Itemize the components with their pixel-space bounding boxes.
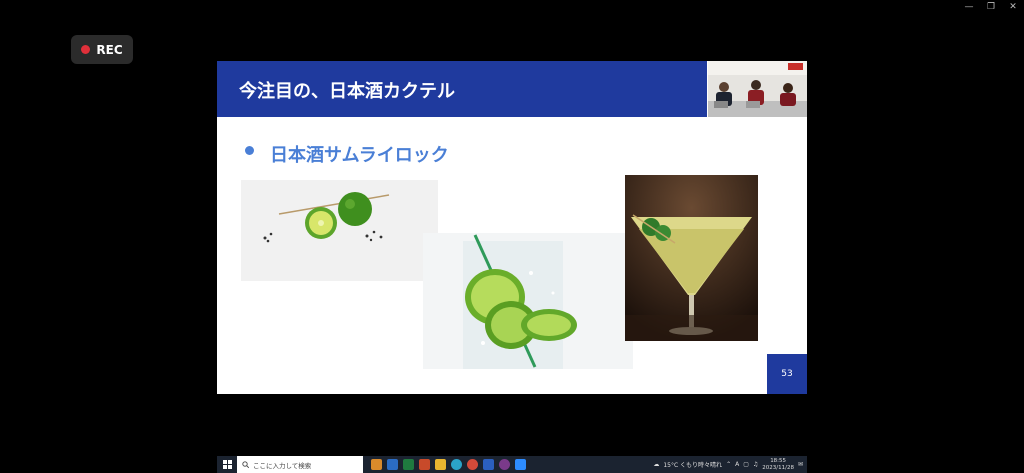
window-controls: — ❐ ✕ <box>958 0 1024 14</box>
chevron-up-icon[interactable]: ⌃ <box>726 461 731 468</box>
zoom-icon[interactable] <box>515 459 526 470</box>
record-dot-icon <box>81 45 91 54</box>
highball-photo <box>423 233 633 369</box>
speaker-video-thumbnail[interactable] <box>708 61 807 117</box>
edge-icon[interactable] <box>451 459 462 470</box>
weather-text[interactable]: 15°C くもり時々晴れ <box>663 460 722 469</box>
search-placeholder: ここに入力して検索 <box>253 461 312 470</box>
taskbar: ここに入力して検索 ☁ 15°C くもり時々晴れ ⌃ A ▢ ♫ 18:55 2… <box>217 456 807 473</box>
volume-icon[interactable]: ♫ <box>753 461 758 468</box>
recording-label: REC <box>96 42 123 57</box>
start-button[interactable] <box>217 456 237 473</box>
word-icon[interactable] <box>483 459 494 470</box>
media-player-icon[interactable] <box>499 459 510 470</box>
ime-indicator[interactable]: A <box>735 461 739 468</box>
briefcase-icon[interactable] <box>371 459 382 470</box>
search-icon <box>242 461 249 468</box>
limes-photo <box>241 180 438 281</box>
slide-header: 今注目の、日本酒カクテル <box>217 61 707 117</box>
martini-photo <box>625 175 758 341</box>
file-explorer-icon[interactable] <box>435 459 446 470</box>
taskbar-search-input[interactable]: ここに入力して検索 <box>237 456 363 473</box>
presentation-slide: 今注目の、日本酒カクテル 日本酒サムライロック 53 <box>217 61 807 394</box>
excel-icon[interactable] <box>403 459 414 470</box>
clock-date: 2023/11/28 <box>762 464 794 471</box>
clock[interactable]: 18:55 2023/11/28 <box>762 458 794 472</box>
windows-icon <box>222 460 232 469</box>
taskbar-apps <box>371 459 526 470</box>
slide-title: 今注目の、日本酒カクテル <box>239 81 455 102</box>
close-icon[interactable]: ✕ <box>1002 0 1024 14</box>
notification-icon[interactable]: ✉ <box>798 461 803 468</box>
system-tray: ☁ 15°C くもり時々晴れ ⌃ A ▢ ♫ 18:55 2023/11/28 … <box>653 458 807 472</box>
bullet-dot <box>245 146 254 155</box>
network-icon[interactable]: ▢ <box>743 461 749 468</box>
slide-page-number: 53 <box>767 354 807 394</box>
powerpoint-icon[interactable] <box>419 459 430 470</box>
weather-icon: ☁ <box>653 461 660 468</box>
clock-time: 18:55 <box>770 457 787 464</box>
restore-icon[interactable]: ❐ <box>980 0 1002 14</box>
bullet-text: 日本酒サムライロック <box>270 145 449 166</box>
chrome-icon[interactable] <box>467 459 478 470</box>
minimize-icon[interactable]: — <box>958 0 980 14</box>
outlook-icon[interactable] <box>387 459 398 470</box>
recording-indicator: REC <box>71 35 133 64</box>
